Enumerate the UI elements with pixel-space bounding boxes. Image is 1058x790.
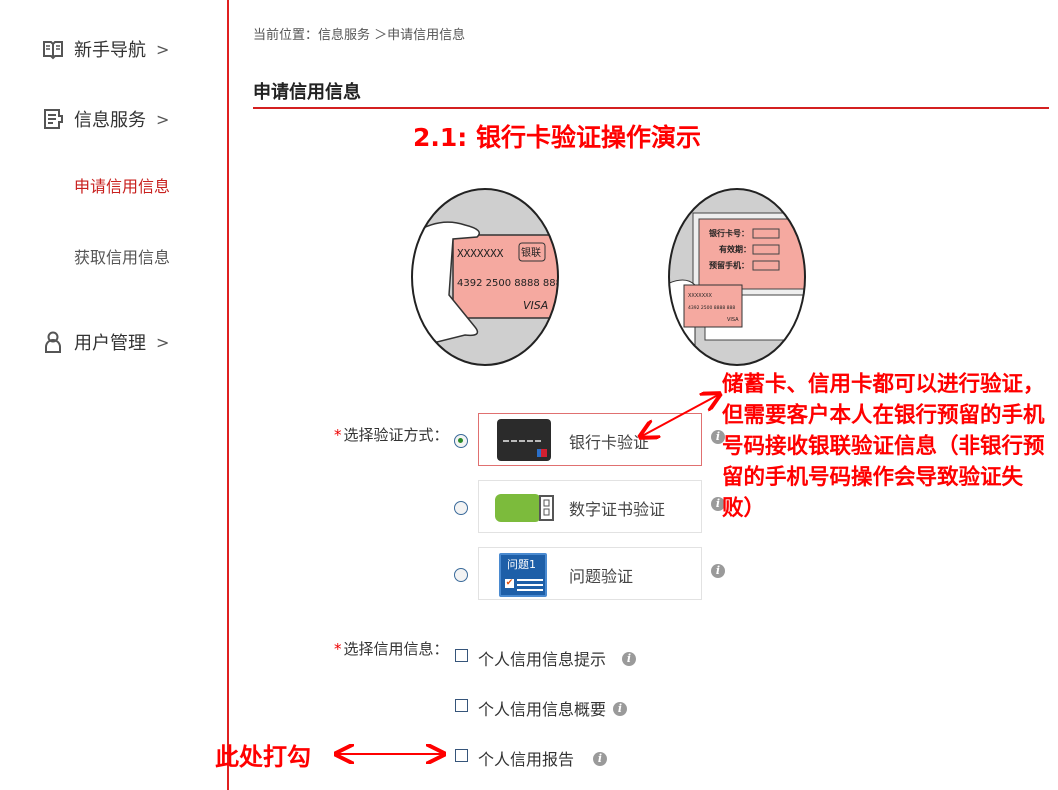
checkbox-label: 个人信用报告 <box>478 750 575 769</box>
card-number-text: 4392 2500 8888 888 <box>688 305 735 311</box>
credit-info-label: * 选择信用信息： <box>334 638 449 659</box>
option-bank-card[interactable]: 银行卡验证 <box>478 413 702 466</box>
sidebar-item-get-credit-info[interactable]: 获取信用信息 <box>74 244 170 268</box>
user-icon <box>45 331 61 353</box>
document-icon <box>44 109 63 129</box>
option-label: 数字证书验证 <box>569 500 666 519</box>
info-icon[interactable]: i <box>593 752 607 766</box>
card-in-hand-illustration: XXXXXXX 银联 4392 2500 8888 888 VISA <box>411 188 562 366</box>
verify-method-label: * 选择验证方式： <box>334 424 449 445</box>
checkbox-label: 个人信用信息概要 <box>478 700 607 719</box>
option-label: 银行卡验证 <box>569 433 650 452</box>
question-icon-text: 问题1 <box>507 558 536 571</box>
required-mark: * <box>334 640 342 658</box>
usb-key-icon <box>495 494 554 522</box>
page-title: 申请信用信息 <box>253 82 361 103</box>
sidebar-item-label: 新手导航 <box>74 40 146 61</box>
radio-question[interactable] <box>454 568 468 582</box>
form-field-label: 有效期： <box>719 244 751 254</box>
sidebar-item-newbie-guide[interactable]: 新手导航 > <box>42 36 169 62</box>
label-text: 选择信用信息： <box>343 640 449 658</box>
required-mark: * <box>334 426 342 444</box>
question-card-icon: 问题1 ✔ <box>499 553 547 597</box>
card-number-text: 4392 2500 8888 888 <box>457 278 562 289</box>
option-digital-cert[interactable]: 数字证书验证 <box>478 480 702 533</box>
checkbox-label: 个人信用信息提示 <box>478 650 607 669</box>
card-name-text: XXXXXXX <box>688 293 713 299</box>
breadcrumb: 当前位置：信息服务 ＞申请信用信息 <box>253 28 466 43</box>
chevron-right-icon: > <box>156 109 170 129</box>
chevron-right-icon: > <box>156 39 170 59</box>
card-brand-text: VISA <box>727 317 739 323</box>
sidebar-item-info-service[interactable]: 信息服务 > <box>42 106 169 132</box>
info-icon[interactable]: i <box>613 702 627 716</box>
radio-digital-cert[interactable] <box>454 501 468 515</box>
book-icon <box>43 41 63 60</box>
checkbox-credit-report[interactable] <box>455 749 468 762</box>
checkbox-credit-summary[interactable] <box>455 699 468 712</box>
laptop-form-illustration: 银行卡号： 有效期： 预留手机： XXXXXXX 4392 2500 8888 … <box>668 188 806 366</box>
title-divider <box>253 107 1049 109</box>
sidebar-item-label: 用户管理 <box>74 333 146 354</box>
form-field-label: 银行卡号： <box>708 228 749 238</box>
sidebar-item-user-management[interactable]: 用户管理 > <box>42 329 169 355</box>
sidebar-item-label: 信息服务 <box>74 110 146 131</box>
chevron-right-icon: > <box>156 332 170 352</box>
sidebar-divider <box>227 0 229 790</box>
check-mark-icon: ✔ <box>505 578 514 588</box>
radio-bank-card[interactable] <box>454 434 468 448</box>
info-icon[interactable]: i <box>622 652 636 666</box>
card-name-text: XXXXXXX <box>457 247 504 260</box>
sidebar-item-apply-credit-info[interactable]: 申请信用信息 <box>74 173 170 197</box>
annotation-check-here: 此处打勾 <box>215 743 311 771</box>
form-field-label: 预留手机： <box>709 260 749 270</box>
card-brand-text: VISA <box>523 299 548 312</box>
card-logo-text: 银联 <box>521 246 541 259</box>
checkbox-credit-hint[interactable] <box>455 649 468 662</box>
option-question[interactable]: 问题1 ✔ 问题验证 <box>478 547 702 600</box>
info-icon[interactable]: i <box>711 564 725 578</box>
demo-title: 2.1: 银行卡验证操作演示 <box>413 123 701 152</box>
annotation-note: 储蓄卡、信用卡都可以进行验证，但需要客户本人在银行预留的手机号码接收银联验证信息… <box>722 372 1045 521</box>
label-text: 选择验证方式： <box>343 426 449 444</box>
bank-card-icon <box>497 419 551 461</box>
option-label: 问题验证 <box>569 567 634 586</box>
